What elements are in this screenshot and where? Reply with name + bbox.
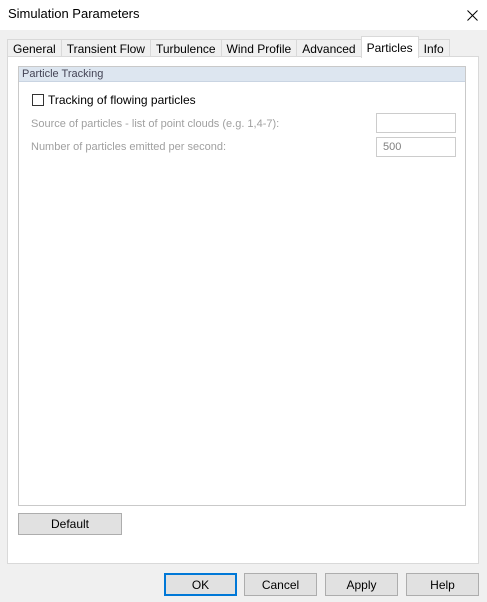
particle-tracking-group: Particle Tracking Tracking of flowing pa… [18,66,466,506]
title-bar: Simulation Parameters [0,0,487,30]
tab-particles[interactable]: Particles [360,36,419,58]
rate-field-label: Number of particles emitted per second: [31,141,227,153]
tab-info[interactable]: Info [417,39,450,57]
source-field-label: Source of particles - list of point clou… [31,118,280,130]
tab-turbulence[interactable]: Turbulence [149,39,222,57]
source-field[interactable] [376,113,456,133]
window-title: Simulation Parameters [8,6,140,21]
tracking-checkbox[interactable] [32,94,44,106]
help-button[interactable]: Help [406,573,479,596]
tracking-checkbox-row[interactable]: Tracking of flowing particles [32,93,196,107]
tab-bar: General Transient Flow Turbulence Wind P… [7,36,450,58]
apply-button[interactable]: Apply [325,573,398,596]
tracking-checkbox-label: Tracking of flowing particles [48,93,196,107]
close-button[interactable] [457,0,487,30]
ok-button[interactable]: OK [164,573,237,596]
tab-general[interactable]: General [7,39,62,57]
close-icon [466,9,478,21]
tab-transient-flow[interactable]: Transient Flow [60,39,151,57]
rate-field[interactable] [376,137,456,157]
tab-advanced[interactable]: Advanced [296,39,362,57]
cancel-button[interactable]: Cancel [244,573,317,596]
tab-wind-profile[interactable]: Wind Profile [220,39,298,57]
particles-panel: Particle Tracking Tracking of flowing pa… [7,56,479,564]
default-button[interactable]: Default [18,513,122,535]
group-title: Particle Tracking [19,67,465,82]
